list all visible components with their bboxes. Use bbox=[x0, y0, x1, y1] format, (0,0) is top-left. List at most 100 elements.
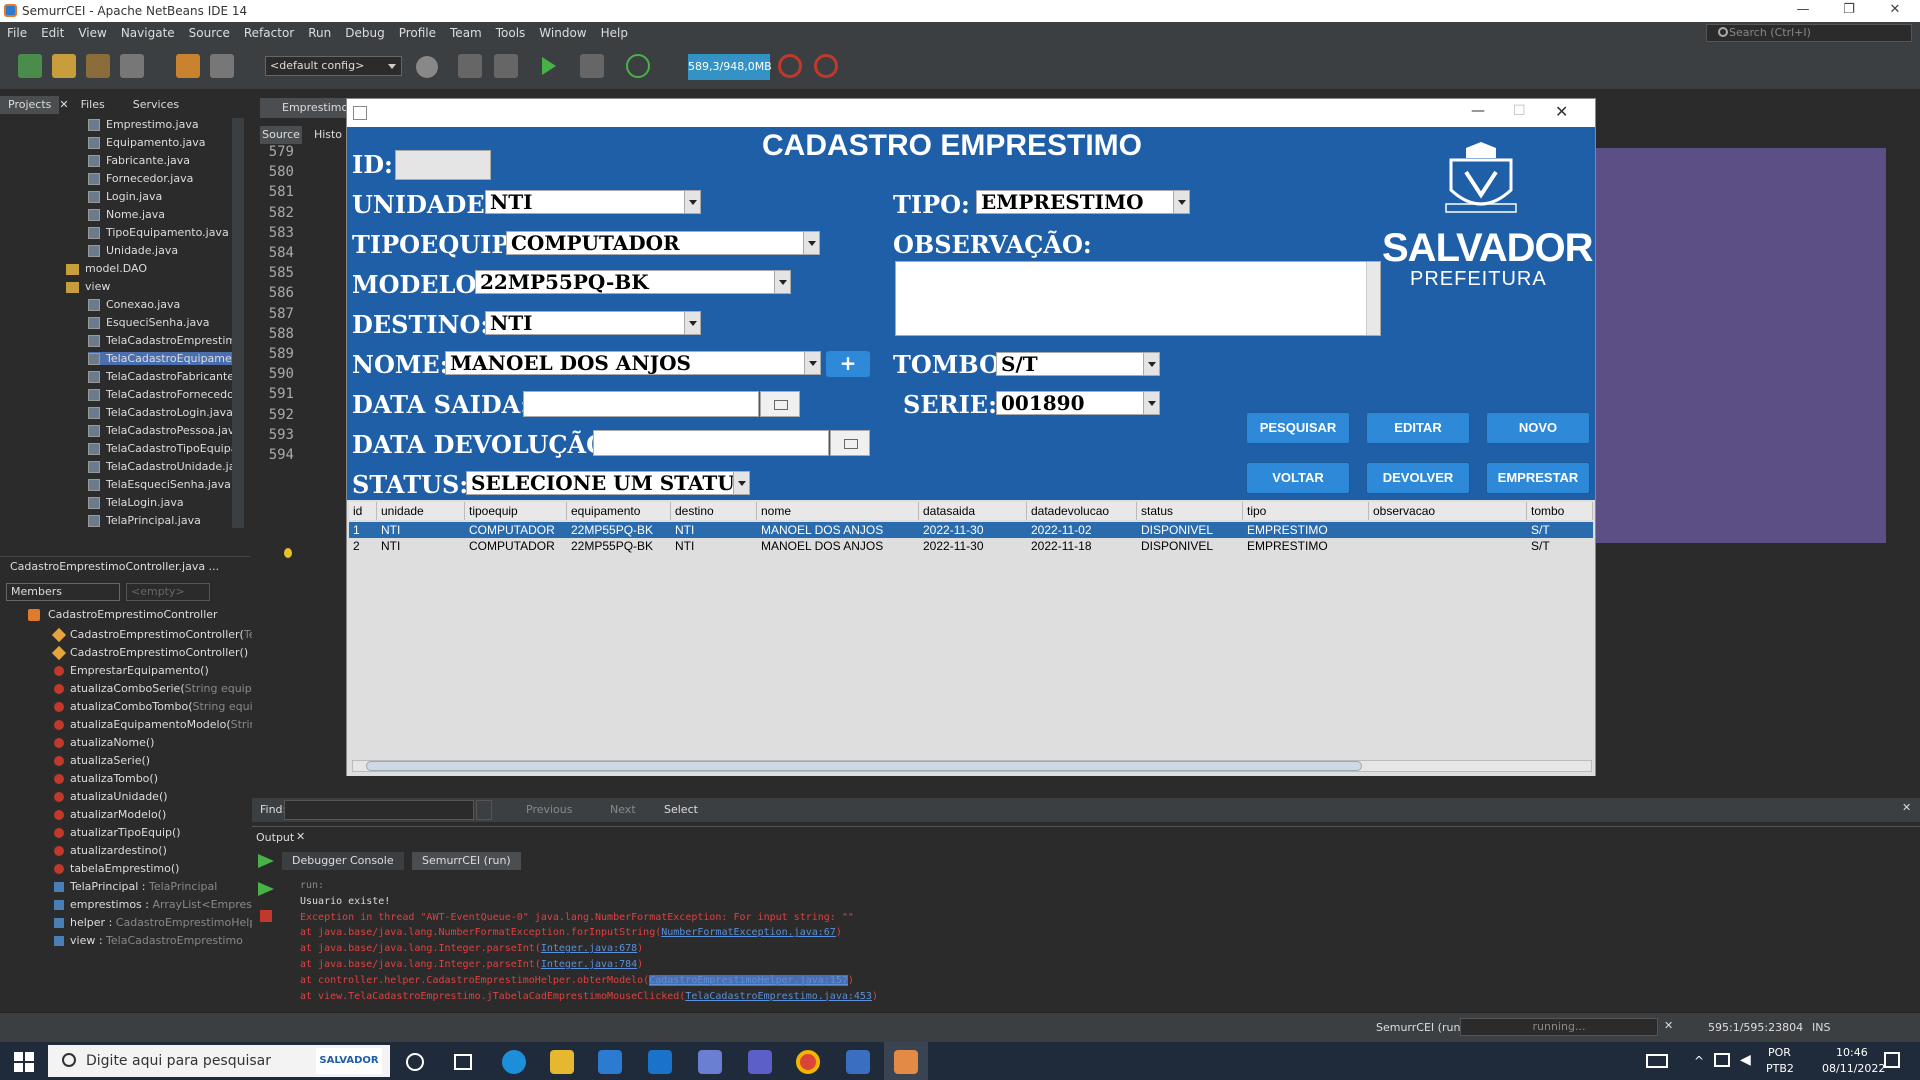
navigator-member[interactable]: atualizaSerie() bbox=[54, 754, 150, 767]
data-devolucao-field[interactable] bbox=[593, 430, 829, 456]
find-next-button[interactable]: Next bbox=[610, 803, 636, 816]
menu-file[interactable]: File bbox=[0, 26, 34, 40]
tab-debugger-console[interactable]: Debugger Console bbox=[282, 852, 404, 870]
new-file-icon[interactable] bbox=[18, 54, 42, 78]
table-column-header[interactable]: id bbox=[349, 502, 377, 520]
add-nome-button[interactable]: + bbox=[826, 351, 870, 377]
menu-run[interactable]: Run bbox=[301, 26, 338, 40]
close-icon[interactable]: ✕ bbox=[296, 830, 305, 843]
navigator-root[interactable]: CadastroEmprestimoController bbox=[48, 608, 218, 621]
tree-file-item[interactable]: TelaCadastroEmprestimo bbox=[88, 334, 243, 347]
virtualbox-icon[interactable] bbox=[698, 1050, 722, 1074]
navigator-member[interactable]: atualizarModelo() bbox=[54, 808, 166, 821]
voltar-button[interactable]: VOLTAR bbox=[1246, 462, 1350, 494]
open-project-icon[interactable] bbox=[86, 54, 110, 78]
file-explorer-icon[interactable] bbox=[550, 1050, 574, 1074]
chrome-icon[interactable] bbox=[796, 1050, 820, 1074]
table-column-header[interactable]: destino bbox=[671, 502, 757, 520]
data-saida-field[interactable] bbox=[523, 391, 759, 417]
menu-navigate[interactable]: Navigate bbox=[114, 26, 182, 40]
navigator-member[interactable]: CadastroEmprestimoController(TelaC bbox=[51, 627, 273, 643]
stacktrace-link[interactable]: Integer.java:678 bbox=[541, 943, 637, 954]
tree-file-item[interactable]: TelaCadastroPessoa.java bbox=[88, 424, 241, 437]
tree-file-item[interactable]: TelaCadastroFabricante. bbox=[88, 370, 238, 383]
save-all-icon[interactable] bbox=[120, 54, 144, 78]
destino-select[interactable]: NTI bbox=[485, 311, 701, 335]
task-view-icon[interactable] bbox=[454, 1054, 472, 1070]
tombo-select[interactable]: S/T bbox=[996, 352, 1160, 376]
minimize-icon[interactable]: — bbox=[1471, 103, 1485, 119]
navigator-member[interactable]: atualizaTombo() bbox=[54, 772, 158, 785]
tree-file-item[interactable]: TelaPrincipal.java bbox=[88, 514, 201, 527]
network-icon[interactable] bbox=[1714, 1053, 1730, 1067]
salvador-badge[interactable]: SALVADOR bbox=[316, 1048, 382, 1074]
table-column-header[interactable]: status bbox=[1137, 502, 1243, 520]
close-icon[interactable]: ✕ bbox=[1555, 102, 1568, 121]
menu-help[interactable]: Help bbox=[594, 26, 635, 40]
navigator-member[interactable]: emprestimos : ArrayList<Emprestimo bbox=[54, 898, 277, 911]
calendar-icon[interactable] bbox=[830, 430, 870, 456]
debug-icon[interactable] bbox=[580, 54, 604, 78]
serie-select[interactable]: 001890 bbox=[996, 391, 1160, 415]
restore-icon[interactable]: ❐ bbox=[1826, 0, 1872, 22]
memory-indicator[interactable]: 589,3/948,0MB bbox=[688, 54, 772, 80]
tipoequip-select[interactable]: COMPUTADOR bbox=[506, 231, 820, 255]
clock-time[interactable]: 10:46 bbox=[1836, 1046, 1868, 1059]
tab-files[interactable]: Files bbox=[73, 96, 113, 114]
close-icon[interactable]: ✕ bbox=[1902, 801, 1911, 814]
navigator-member[interactable]: TelaPrincipal : TelaPrincipal bbox=[54, 880, 217, 893]
tab-projects[interactable]: Projects bbox=[0, 96, 60, 114]
table-column-header[interactable]: tipo bbox=[1243, 502, 1369, 520]
edge-icon[interactable] bbox=[502, 1050, 526, 1074]
scrollbar[interactable] bbox=[232, 118, 244, 528]
find-history-icon[interactable] bbox=[476, 800, 492, 820]
hammer-icon[interactable] bbox=[458, 54, 482, 78]
project-icon[interactable] bbox=[416, 56, 438, 78]
menu-profile[interactable]: Profile bbox=[392, 26, 443, 40]
find-previous-button[interactable]: Previous bbox=[526, 803, 573, 816]
notification-icon[interactable] bbox=[1884, 1052, 1900, 1068]
emprestar-button[interactable]: EMPRESTAR bbox=[1486, 462, 1590, 494]
tree-file-item[interactable]: Unidade.java bbox=[88, 244, 178, 257]
config-select[interactable]: <default config> bbox=[265, 56, 402, 76]
members-filter-select[interactable]: Members bbox=[6, 583, 120, 601]
menu-debug[interactable]: Debug bbox=[338, 26, 391, 40]
table-column-header[interactable]: tombo bbox=[1527, 502, 1593, 520]
unidade-select[interactable]: NTI bbox=[485, 190, 701, 214]
close-icon[interactable]: ✕ bbox=[59, 96, 72, 114]
close-icon[interactable]: ✕ bbox=[1664, 1019, 1673, 1032]
tree-file-item[interactable]: TipoEquipamento.java bbox=[88, 226, 229, 239]
menu-source[interactable]: Source bbox=[182, 26, 237, 40]
tree-file-item[interactable]: Fabricante.java bbox=[88, 154, 190, 167]
clean-build-icon[interactable] bbox=[494, 54, 518, 78]
stacktrace-link[interactable]: TelaCadastroEmprestimo.java:453 bbox=[685, 991, 872, 1002]
tree-file-item[interactable]: TelaCadastroTipoEquipar bbox=[88, 442, 242, 455]
source-tab[interactable]: Source bbox=[260, 126, 302, 144]
observacao-textarea[interactable] bbox=[895, 261, 1381, 336]
stacktrace-link[interactable]: NumberFormatException.java:67 bbox=[661, 927, 836, 938]
tree-file-item[interactable]: Nome.java bbox=[88, 208, 165, 221]
language-code[interactable]: POR bbox=[1768, 1046, 1791, 1059]
navigator-member[interactable]: atualizaNome() bbox=[54, 736, 154, 749]
empty-filter-select[interactable]: <empty> bbox=[126, 583, 210, 601]
editar-button[interactable]: EDITAR bbox=[1366, 412, 1470, 444]
tree-package-item[interactable]: model.DAO bbox=[66, 262, 147, 275]
editor-tab[interactable]: Emprestimo.j bbox=[260, 98, 355, 118]
table-column-header[interactable]: datadevolucao bbox=[1027, 502, 1137, 520]
tree-file-item[interactable]: TelaCadastroLogin.java bbox=[88, 406, 233, 419]
store-icon[interactable] bbox=[598, 1050, 622, 1074]
id-field[interactable] bbox=[395, 150, 491, 180]
mail-icon[interactable] bbox=[648, 1050, 672, 1074]
calendar-icon[interactable] bbox=[760, 391, 800, 417]
pesquisar-button[interactable]: PESQUISAR bbox=[1246, 412, 1350, 444]
profile-icon[interactable] bbox=[626, 54, 650, 78]
keyboard-layout[interactable]: PTB2 bbox=[1766, 1062, 1794, 1075]
navigator-member[interactable]: atualizaComboTombo(String equip) bbox=[54, 700, 264, 713]
tab-run-output[interactable]: SemurrCEI (run) bbox=[412, 852, 521, 870]
modelo-select[interactable]: 22MP55PQ-BK bbox=[475, 270, 791, 294]
tree-file-item[interactable]: TelaLogin.java bbox=[88, 496, 184, 509]
menu-edit[interactable]: Edit bbox=[34, 26, 71, 40]
menu-refactor[interactable]: Refactor bbox=[237, 26, 301, 40]
table-column-header[interactable]: datasaida bbox=[919, 502, 1027, 520]
navigator-member[interactable]: CadastroEmprestimoController() bbox=[51, 645, 248, 661]
